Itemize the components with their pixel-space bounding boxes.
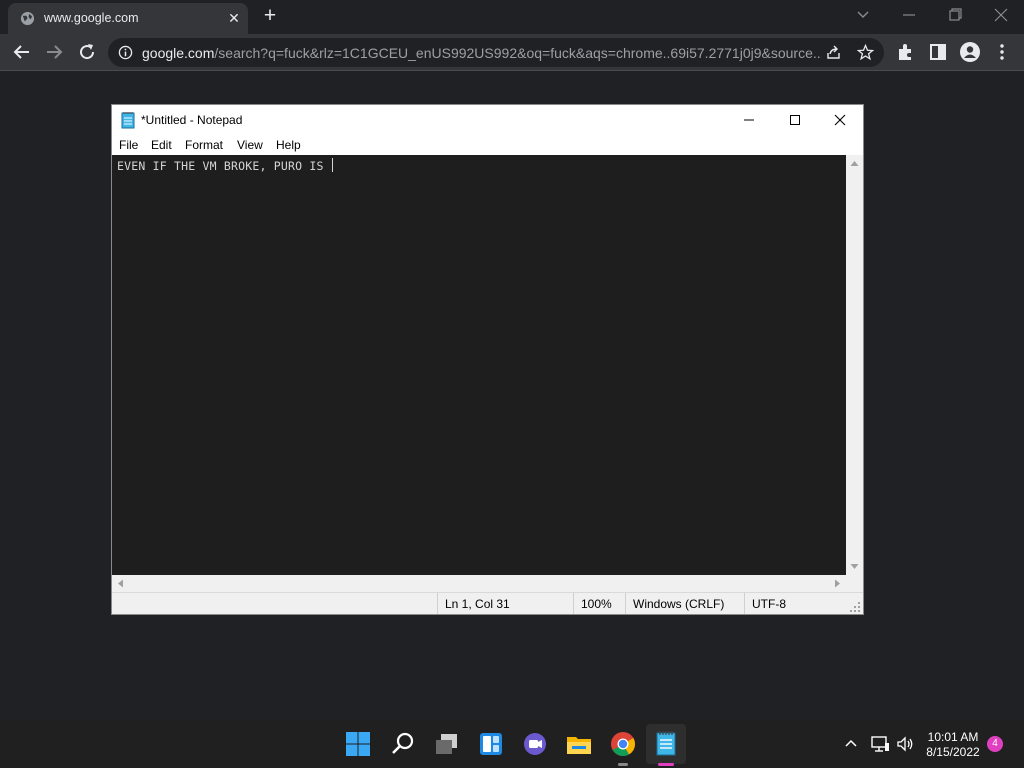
menu-format[interactable]: Format <box>185 138 223 152</box>
notepad-window: *Untitled - Notepad File Edit Format Vie… <box>111 104 864 615</box>
scroll-left-arrow-icon[interactable] <box>117 579 124 588</box>
vertical-scrollbar[interactable] <box>846 155 863 575</box>
back-icon[interactable] <box>10 40 34 64</box>
restore-icon[interactable] <box>942 4 968 26</box>
notepad-active-indicator <box>658 763 674 766</box>
url-host: google.com <box>142 45 215 61</box>
tab-title: www.google.com <box>44 11 139 25</box>
notepad-title-bar[interactable]: *Untitled - Notepad <box>112 105 863 135</box>
tab-close-button[interactable]: ✕ <box>226 10 242 26</box>
notepad-text-line: EVEN IF THE VM BROKE, PURO IS <box>117 158 333 173</box>
notepad-status-bar: Ln 1, Col 31 100% Windows (CRLF) UTF-8 <box>112 592 863 614</box>
extensions-icon[interactable] <box>894 40 918 64</box>
search-icon[interactable] <box>388 729 418 759</box>
clock[interactable]: 10:01 AM 8/15/2022 <box>918 730 988 760</box>
status-zoom: 100% <box>573 593 625 614</box>
status-line-ending: Windows (CRLF) <box>625 593 744 614</box>
menu-file[interactable]: File <box>119 138 138 152</box>
reload-icon[interactable] <box>75 40 99 64</box>
browser-toolbar: google.com/search?q=fuck&rlz=1C1GCEU_enU… <box>0 34 1024 71</box>
tab-search-chevron-icon[interactable] <box>850 4 876 26</box>
notepad-menu-bar: File Edit Format View Help <box>112 135 863 155</box>
teams-chat-icon[interactable] <box>520 729 550 759</box>
minimize-icon[interactable] <box>896 4 922 26</box>
scroll-right-arrow-icon[interactable] <box>834 579 841 588</box>
side-panel-icon[interactable] <box>926 40 950 64</box>
globe-icon <box>20 11 35 26</box>
taskbar: 10:01 AM 8/15/2022 4 <box>0 720 1024 768</box>
site-info-icon[interactable] <box>118 45 133 60</box>
scroll-down-arrow-icon[interactable] <box>850 563 859 570</box>
browser-tab[interactable]: www.google.com ✕ <box>8 3 248 34</box>
notification-badge[interactable]: 4 <box>987 736 1003 752</box>
notepad-text-area[interactable]: EVEN IF THE VM BROKE, PURO IS <box>112 155 846 575</box>
status-line-col: Ln 1, Col 31 <box>437 593 573 614</box>
share-icon[interactable] <box>825 44 842 61</box>
scroll-up-arrow-icon[interactable] <box>850 160 859 167</box>
menu-view[interactable]: View <box>237 138 263 152</box>
clock-time: 10:01 AM <box>927 730 979 744</box>
notepad-icon <box>121 112 135 129</box>
url-text: google.com/search?q=fuck&rlz=1C1GCEU_enU… <box>142 45 822 61</box>
notepad-close-icon[interactable] <box>817 105 863 135</box>
chrome-icon[interactable] <box>608 729 638 759</box>
menu-help[interactable]: Help <box>276 138 301 152</box>
start-icon[interactable] <box>343 729 373 759</box>
scrollbar-corner <box>846 575 863 592</box>
notepad-text: EVEN IF THE VM BROKE, PURO IS <box>117 159 331 173</box>
resize-grip-icon[interactable] <box>850 602 860 612</box>
browser-tab-strip: www.google.com ✕ + <box>0 0 1024 34</box>
close-icon[interactable] <box>988 4 1014 26</box>
notepad-title: *Untitled - Notepad <box>141 113 243 127</box>
chrome-running-indicator <box>618 763 628 766</box>
widgets-icon[interactable] <box>476 729 506 759</box>
text-caret <box>331 158 333 172</box>
notepad-minimize-icon[interactable] <box>726 105 772 135</box>
bookmark-star-icon[interactable] <box>857 44 874 61</box>
horizontal-scrollbar[interactable] <box>112 575 846 592</box>
url-path: /search?q=fuck&rlz=1C1GCEU_enUS992US992&… <box>214 45 822 61</box>
more-icon[interactable] <box>990 40 1014 64</box>
notepad-taskbar-icon[interactable] <box>651 729 681 759</box>
network-icon[interactable] <box>870 734 890 754</box>
new-tab-button[interactable]: + <box>259 5 281 28</box>
task-view-icon[interactable] <box>432 729 462 759</box>
chevron-up-icon[interactable] <box>843 736 859 752</box>
profile-icon[interactable] <box>958 40 982 64</box>
menu-edit[interactable]: Edit <box>151 138 172 152</box>
file-explorer-icon[interactable] <box>564 729 594 759</box>
clock-date: 8/15/2022 <box>926 745 980 759</box>
volume-icon[interactable] <box>895 734 915 754</box>
notepad-maximize-icon[interactable] <box>772 105 818 135</box>
forward-icon[interactable] <box>42 40 66 64</box>
status-encoding: UTF-8 <box>744 593 844 614</box>
address-bar[interactable]: google.com/search?q=fuck&rlz=1C1GCEU_enU… <box>108 38 884 67</box>
